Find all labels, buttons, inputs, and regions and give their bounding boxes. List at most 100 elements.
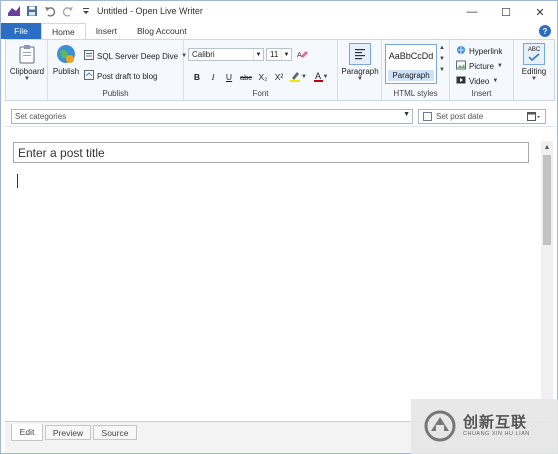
- post-date-checkbox[interactable]: [423, 112, 432, 121]
- minimize-button[interactable]: —: [455, 1, 489, 23]
- window-controls: — ☐ ✕: [455, 1, 557, 23]
- hyperlink-icon: [456, 45, 466, 57]
- paragraph-label: Paragraph: [341, 67, 379, 76]
- redo-icon[interactable]: [61, 4, 75, 18]
- group-publish: Publish SQL Server Deep Dive ▼ Post draf…: [48, 40, 187, 100]
- italic-button[interactable]: I: [206, 71, 220, 83]
- post-title-placeholder: Enter a post title: [18, 145, 105, 160]
- group-label-font: Font: [252, 89, 269, 98]
- post-properties-bar: Set categories ▼ Set post date: [5, 105, 555, 127]
- tab-file[interactable]: File: [1, 23, 41, 39]
- chevron-down-icon: ▼: [496, 63, 503, 69]
- categories-placeholder: Set categories: [15, 112, 67, 121]
- chevron-up-icon[interactable]: ▲: [439, 45, 447, 51]
- window-title: Untitled - Open Live Writer: [97, 6, 203, 16]
- group-clipboard: Clipboard ▼: [6, 40, 48, 100]
- globe-icon: [55, 43, 77, 65]
- clear-formatting-button[interactable]: A: [297, 49, 309, 62]
- blog-selector-label: SQL Server Deep Dive: [97, 51, 179, 61]
- subscript-button[interactable]: X₂: [256, 71, 270, 83]
- clear-formatting-icon: A: [297, 49, 309, 62]
- post-draft-button[interactable]: Post draft to blog: [84, 70, 157, 82]
- ribbon: Clipboard ▼ Publish SQL Server Deep Dive…: [5, 39, 555, 101]
- underline-button[interactable]: U: [222, 71, 236, 83]
- help-icon[interactable]: ?: [539, 25, 551, 37]
- editor-area[interactable]: Enter a post title ▲: [5, 129, 553, 421]
- categories-field[interactable]: Set categories ▼: [11, 109, 413, 124]
- group-font: Calibri ▼ 11 ▼ A B I U abc X₂ X² ▼ A ▼ F…: [184, 40, 338, 100]
- calendar-icon[interactable]: [527, 112, 541, 124]
- dropdown-arrow-icon: ▼: [357, 76, 363, 82]
- video-button[interactable]: Video ▼: [456, 75, 498, 87]
- style-name-label: Paragraph: [388, 70, 434, 81]
- chevron-down-icon: ▼: [281, 49, 291, 60]
- vertical-scrollbar[interactable]: ▲: [541, 141, 553, 421]
- dropdown-arrow-icon: ▼: [531, 76, 537, 82]
- font-size-combo[interactable]: 11 ▼: [266, 48, 292, 61]
- publish-button[interactable]: Publish: [51, 43, 81, 76]
- hyperlink-label: Hyperlink: [469, 46, 503, 56]
- picture-label: Picture: [469, 61, 494, 71]
- svg-text:A: A: [297, 52, 302, 59]
- tab-blog-account[interactable]: Blog Account: [127, 23, 197, 39]
- superscript-button[interactable]: X²: [272, 71, 286, 83]
- style-paragraph-option[interactable]: AaBbCcDd Paragraph: [385, 44, 437, 84]
- font-color-button[interactable]: A ▼: [310, 71, 332, 83]
- clipboard-label: Clipboard: [9, 67, 45, 76]
- font-color-letter: A: [315, 71, 322, 81]
- chevron-down-icon[interactable]: ▼: [403, 111, 410, 118]
- publish-label: Publish: [52, 67, 80, 76]
- style-gallery-scroll[interactable]: ▲ ▼ ▼: [439, 45, 447, 73]
- bold-button[interactable]: B: [190, 71, 204, 83]
- spellcheck-icon: ABC: [523, 43, 545, 65]
- text-caret: [17, 174, 18, 188]
- post-title-input[interactable]: Enter a post title: [13, 142, 529, 163]
- clipboard-button[interactable]: Clipboard ▼: [10, 43, 44, 82]
- picture-icon: [456, 60, 466, 72]
- undo-icon[interactable]: [43, 4, 57, 18]
- style-sample-text: AaBbCcDd: [388, 51, 434, 61]
- gallery-expand-icon[interactable]: ▼: [439, 67, 447, 73]
- video-icon: [456, 75, 466, 87]
- close-button[interactable]: ✕: [523, 1, 557, 23]
- strikethrough-button[interactable]: abc: [238, 71, 254, 83]
- post-date-label: Set post date: [436, 112, 484, 121]
- watermark-subtext: CHUANG XIN HU LIAN: [463, 431, 530, 437]
- hyperlink-button[interactable]: Hyperlink: [456, 45, 502, 57]
- customize-qat-icon[interactable]: [79, 4, 93, 18]
- blog-selector[interactable]: SQL Server Deep Dive ▼: [84, 50, 187, 62]
- app-logo-icon: [7, 4, 21, 18]
- tab-edit[interactable]: Edit: [11, 424, 43, 441]
- quick-access-toolbar: [7, 4, 93, 18]
- paragraph-button[interactable]: Paragraph ▼: [340, 43, 380, 82]
- post-draft-icon: [84, 70, 94, 82]
- group-insert: Hyperlink Picture ▼ Video ▼ Insert: [450, 40, 514, 100]
- chevron-down-icon[interactable]: ▼: [439, 56, 447, 62]
- picture-button[interactable]: Picture ▼: [456, 60, 503, 72]
- post-date-field[interactable]: Set post date: [418, 109, 546, 124]
- watermark: 创新互联 CHUANG XIN HU LIAN: [411, 399, 558, 454]
- font-name-combo[interactable]: Calibri ▼: [188, 48, 264, 61]
- scrollbar-thumb[interactable]: [543, 155, 551, 245]
- chevron-down-icon: ▼: [301, 74, 307, 80]
- tab-insert[interactable]: Insert: [86, 23, 127, 39]
- editing-button[interactable]: ABC Editing ▼: [516, 43, 552, 82]
- group-label-publish: Publish: [102, 89, 129, 98]
- save-icon[interactable]: [25, 4, 39, 18]
- scroll-up-icon[interactable]: ▲: [541, 141, 553, 153]
- paragraph-icon: [349, 43, 371, 65]
- tab-preview[interactable]: Preview: [45, 425, 91, 440]
- maximize-button[interactable]: ☐: [489, 1, 523, 23]
- clipboard-icon: [16, 43, 38, 65]
- chevron-down-icon: ▼: [322, 74, 329, 80]
- tab-source[interactable]: Source: [93, 425, 137, 440]
- title-bar: Untitled - Open Live Writer — ☐ ✕: [1, 1, 557, 23]
- ribbon-tabs: File Home Insert Blog Account: [1, 23, 557, 39]
- font-color-icon: A: [313, 71, 323, 82]
- post-draft-label: Post draft to blog: [97, 71, 158, 81]
- highlight-button[interactable]: ▼: [288, 71, 308, 83]
- group-editing: ABC Editing ▼: [514, 40, 554, 100]
- group-label-insert: Insert: [471, 89, 492, 98]
- tab-home[interactable]: Home: [41, 23, 86, 39]
- watermark-text: 创新互联: [463, 414, 528, 431]
